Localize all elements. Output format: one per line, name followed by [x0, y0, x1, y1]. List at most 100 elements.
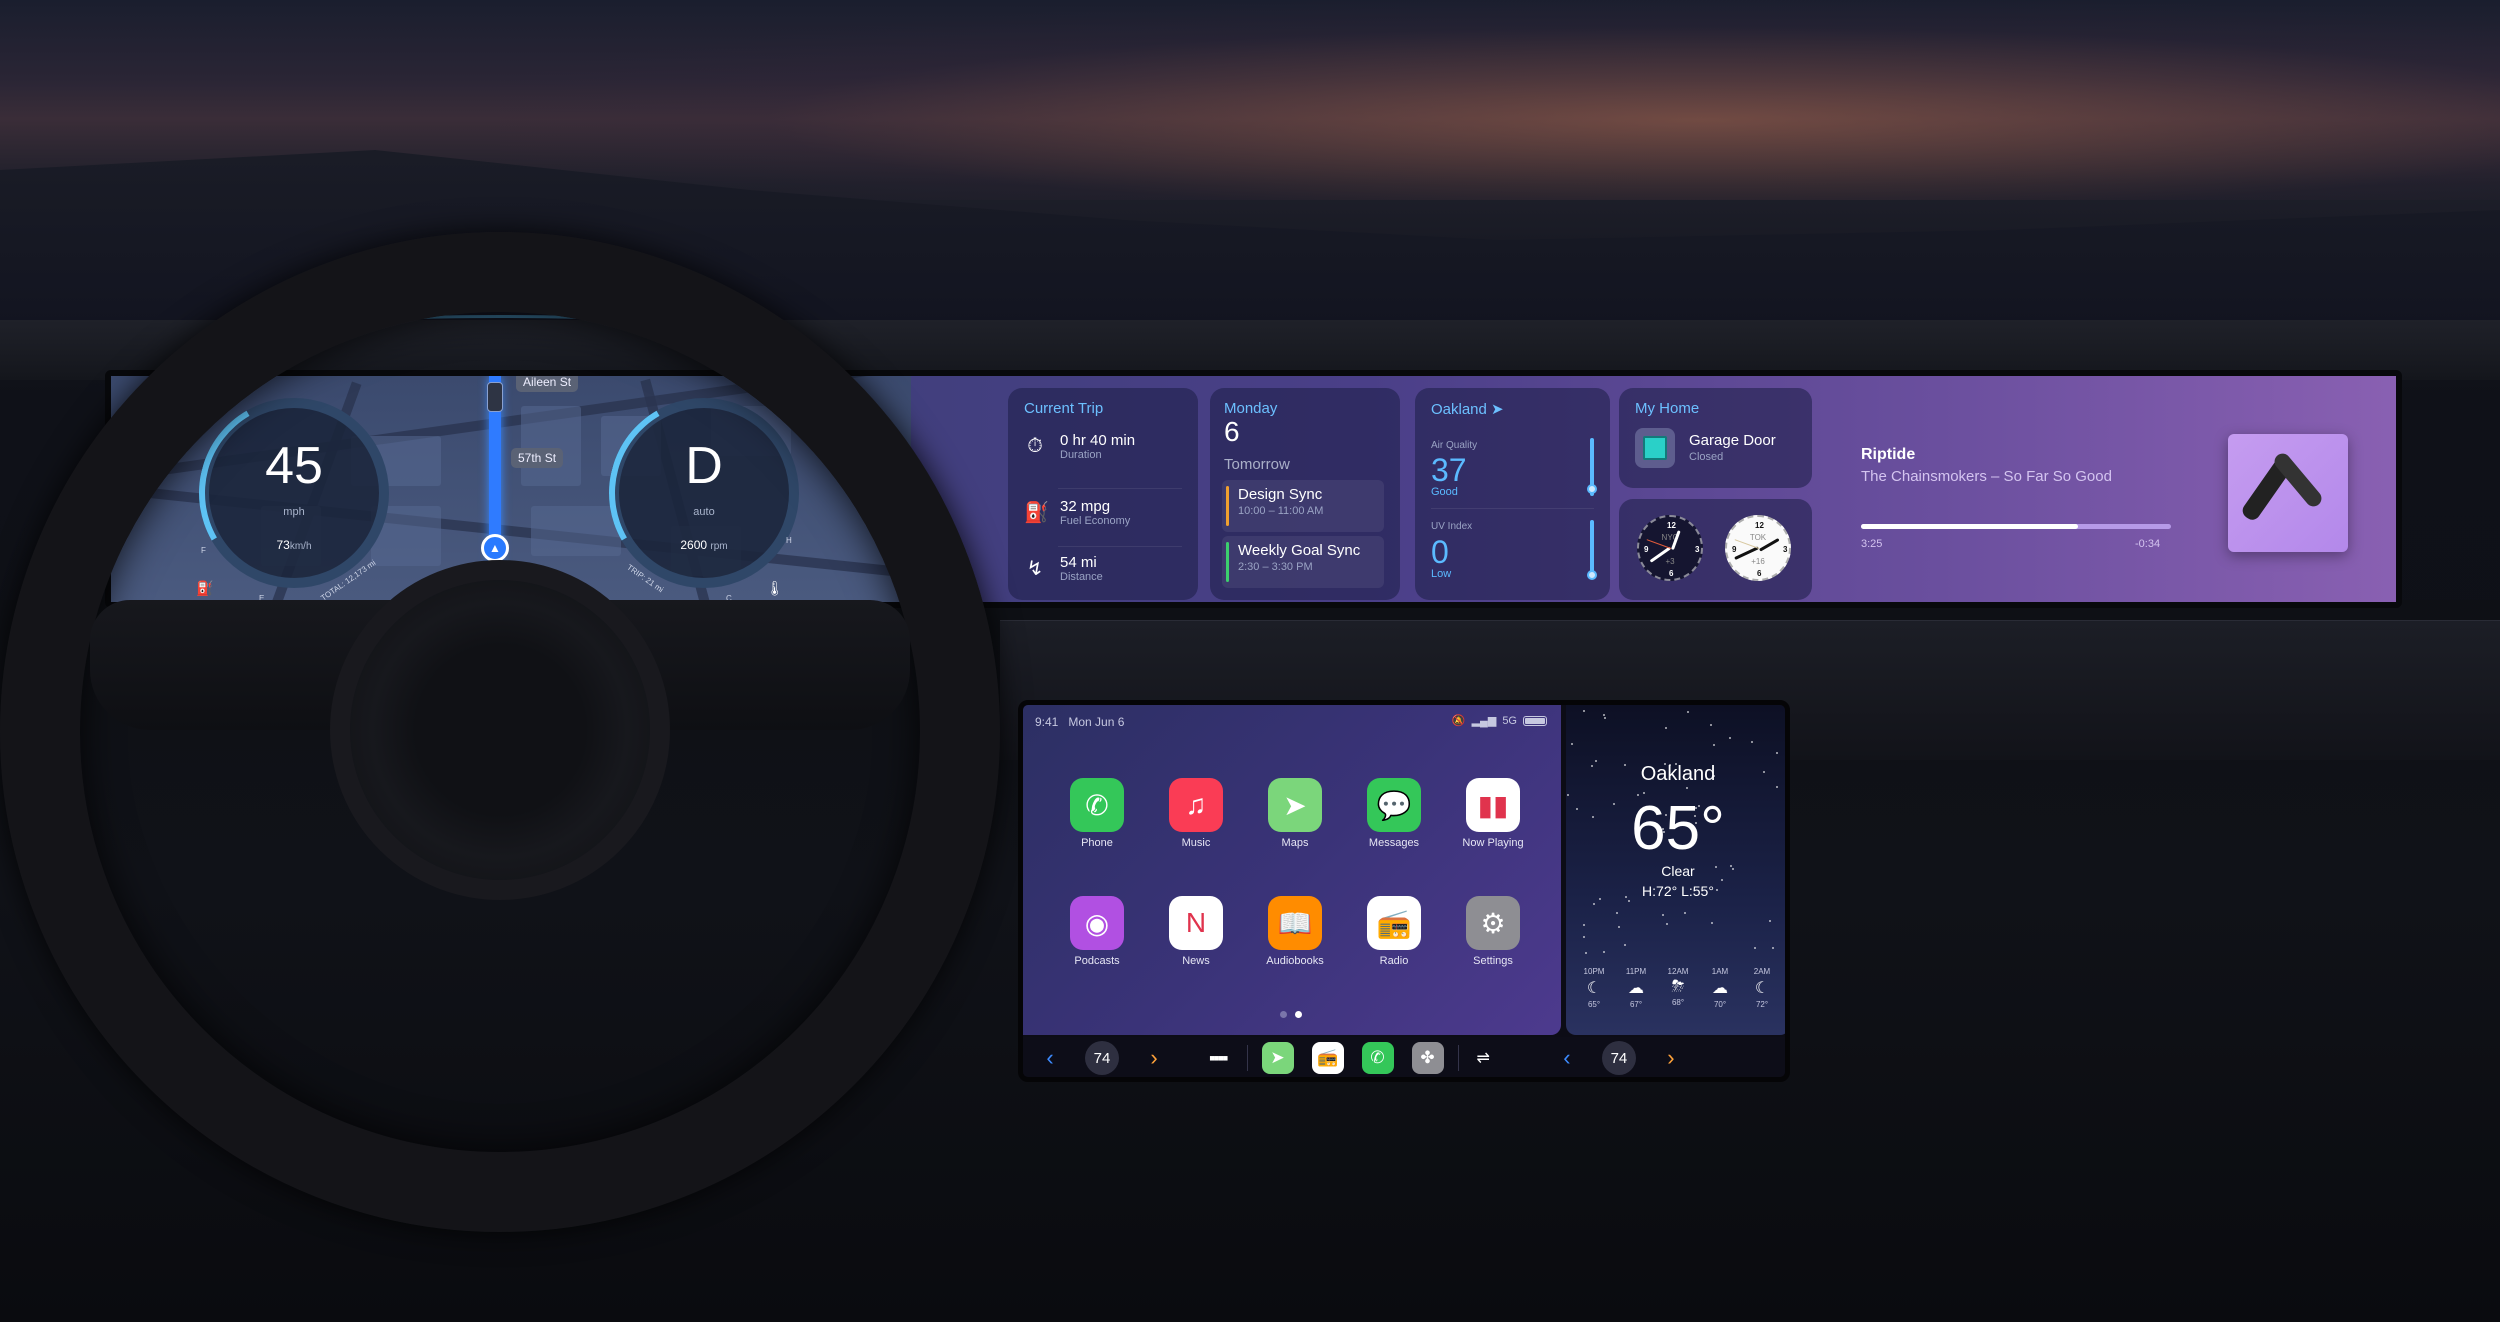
- star: [1684, 912, 1686, 914]
- app-label: Settings: [1473, 955, 1513, 967]
- page-dot-active[interactable]: [1295, 1011, 1302, 1018]
- dock-app-radio[interactable]: 📻: [1311, 1042, 1344, 1074]
- radio-icon: 📻: [1316, 1048, 1339, 1067]
- car-interior-scene: Aileen St 57th St ▲ 45 mph 73km/h F E ⛽ …: [0, 0, 2500, 1322]
- song-title: Riptide: [1861, 446, 1916, 463]
- star: [1583, 924, 1585, 926]
- cloud-moon-rain-icon: ☁: [1628, 980, 1644, 997]
- star: [1769, 920, 1771, 922]
- home-widget[interactable]: My Home Garage Door Closed: [1619, 388, 1812, 488]
- hourly-item: 12AM ⛈ 68°: [1658, 967, 1698, 1009]
- star: [1666, 923, 1668, 925]
- network-type: 5G: [1502, 714, 1517, 727]
- route-icon: ↯: [1026, 558, 1044, 580]
- trip-value: 54 mi: [1060, 554, 1097, 571]
- music-icon: ♫: [1169, 778, 1223, 832]
- cloud-moon-icon: ☁: [1712, 980, 1728, 997]
- sunset-sky: [500, 0, 2500, 200]
- steering-wheel-hub: [330, 560, 670, 900]
- hour-label: 11PM: [1625, 967, 1647, 976]
- album-art[interactable]: [2228, 434, 2348, 552]
- location-arrow-icon: ➤: [1491, 401, 1504, 418]
- app-grid-button[interactable]: ▪▪▪▪: [1209, 1048, 1228, 1069]
- event-title: Design Sync: [1238, 486, 1323, 503]
- widget-title: My Home: [1635, 400, 1700, 417]
- right-temp-display[interactable]: 74: [1601, 1041, 1636, 1075]
- calendar-widget[interactable]: Monday 6 Tomorrow Design Sync 10:00 – 11…: [1210, 388, 1400, 600]
- now-playing-widget[interactable]: Riptide The Chainsmokers – So Far So Goo…: [1861, 376, 2396, 602]
- trip-row-fuel: ⛽ 32 mpg Fuel Economy: [1024, 498, 1130, 527]
- app-podcasts[interactable]: ◉ Podcasts: [1052, 896, 1142, 967]
- status-bar-left: 9:41 Mon Jun 6: [1035, 715, 1124, 729]
- fuel-pump-icon: ⛽: [1024, 502, 1049, 524]
- moon-stars-icon: ☾: [1586, 980, 1602, 997]
- star: [1593, 903, 1595, 905]
- news-icon: N: [1169, 896, 1223, 950]
- star: [1729, 737, 1731, 739]
- messages-icon: 💬: [1367, 778, 1421, 832]
- status-date: Mon Jun 6: [1068, 715, 1125, 729]
- calendar-weekday: Monday: [1224, 400, 1278, 417]
- device-state: Closed: [1689, 451, 1724, 463]
- temp-up-left-button[interactable]: ›: [1139, 1045, 1169, 1071]
- left-temp-display[interactable]: 74: [1085, 1041, 1119, 1075]
- app-label: Podcasts: [1074, 955, 1120, 967]
- app-settings[interactable]: ⚙ Settings: [1448, 896, 1538, 967]
- trip-value: 0 hr 40 min: [1060, 432, 1136, 449]
- star: [1595, 760, 1597, 762]
- weather-city: Oakland: [1640, 763, 1716, 785]
- dock-app-maps[interactable]: ➤: [1261, 1042, 1294, 1074]
- world-clock-widget[interactable]: 12 3 6 9 NYC +3 12 3 6 9 TOK +16: [1619, 499, 1812, 600]
- app-messages[interactable]: 💬 Messages: [1349, 778, 1439, 849]
- audiobooks-icon: 📖: [1268, 896, 1322, 950]
- uv-value: 0: [1431, 534, 1449, 570]
- star: [1603, 714, 1605, 716]
- app-music[interactable]: ♫ Music: [1151, 778, 1241, 849]
- trip-value: 32 mpg: [1060, 498, 1111, 515]
- event-title: Weekly Goal Sync: [1238, 542, 1361, 559]
- star: [1711, 922, 1713, 924]
- app-label: Now Playing: [1462, 837, 1524, 849]
- page-indicator[interactable]: [1280, 1011, 1302, 1018]
- trip-widget[interactable]: Current Trip ⏱ 0 hr 40 min Duration ⛽ 32 …: [1008, 388, 1198, 600]
- event-time: 2:30 – 3:30 PM: [1238, 561, 1313, 573]
- app-news[interactable]: N News: [1151, 896, 1241, 967]
- app-maps[interactable]: ➤ Maps: [1250, 778, 1340, 849]
- dock-app-climate[interactable]: ✤: [1411, 1042, 1444, 1074]
- air-quality-widget[interactable]: Oakland ➤ Air Quality 37 Good UV Index 0…: [1415, 388, 1610, 600]
- now-playing-icon: ▮▮: [1466, 778, 1520, 832]
- star: [1662, 914, 1664, 916]
- temp-up-right-button[interactable]: ›: [1656, 1045, 1686, 1071]
- controls-toggle-icon[interactable]: ⇌: [1477, 1048, 1490, 1068]
- trip-label: Distance: [1060, 571, 1103, 583]
- star: [1583, 710, 1585, 712]
- elapsed-time: 3:25: [1861, 538, 1883, 550]
- app-phone[interactable]: ✆ Phone: [1052, 778, 1142, 849]
- settings-icon: ⚙: [1466, 896, 1520, 950]
- clock-tokyo: 12 3 6 9 TOK +16: [1725, 515, 1791, 581]
- star: [1616, 912, 1618, 914]
- carplay-screen: 9:41 Mon Jun 6 🔕 ▂▄▆ 5G ✆ Phone ♫ Music ➤ Map…: [1018, 700, 1790, 1082]
- calendar-event[interactable]: Weekly Goal Sync 2:30 – 3:30 PM: [1222, 536, 1384, 588]
- air-city: Oakland: [1431, 401, 1487, 418]
- maps-icon: ➤: [1268, 778, 1322, 832]
- star: [1776, 786, 1778, 788]
- app-radio[interactable]: 📻 Radio: [1349, 896, 1439, 967]
- temp-down-right-button[interactable]: ‹: [1552, 1045, 1582, 1071]
- playback-progress-bar[interactable]: [1861, 524, 2171, 529]
- temp-down-left-button[interactable]: ‹: [1035, 1045, 1065, 1071]
- fan-icon: ✤: [1420, 1048, 1435, 1067]
- app-audiobooks[interactable]: 📖 Audiobooks: [1250, 896, 1340, 967]
- app-label: Phone: [1081, 837, 1113, 849]
- page-dot[interactable]: [1280, 1011, 1287, 1018]
- star: [1710, 724, 1712, 726]
- weather-hi-lo: H:72° L:55°: [1642, 883, 1714, 899]
- calendar-event[interactable]: Design Sync 10:00 – 11:00 AM: [1222, 480, 1384, 532]
- uv-desc: Low: [1431, 568, 1452, 580]
- star: [1628, 900, 1630, 902]
- dock-app-phone[interactable]: ✆: [1361, 1042, 1394, 1074]
- app-label: Maps: [1281, 837, 1309, 849]
- weather-widget[interactable]: Oakland 65° Clear H:72° L:55° 10PM ☾ 65° 11…: [1566, 705, 1785, 1035]
- stopwatch-icon: ⏱: [1027, 435, 1043, 457]
- app-now-playing[interactable]: ▮▮ Now Playing: [1448, 778, 1538, 849]
